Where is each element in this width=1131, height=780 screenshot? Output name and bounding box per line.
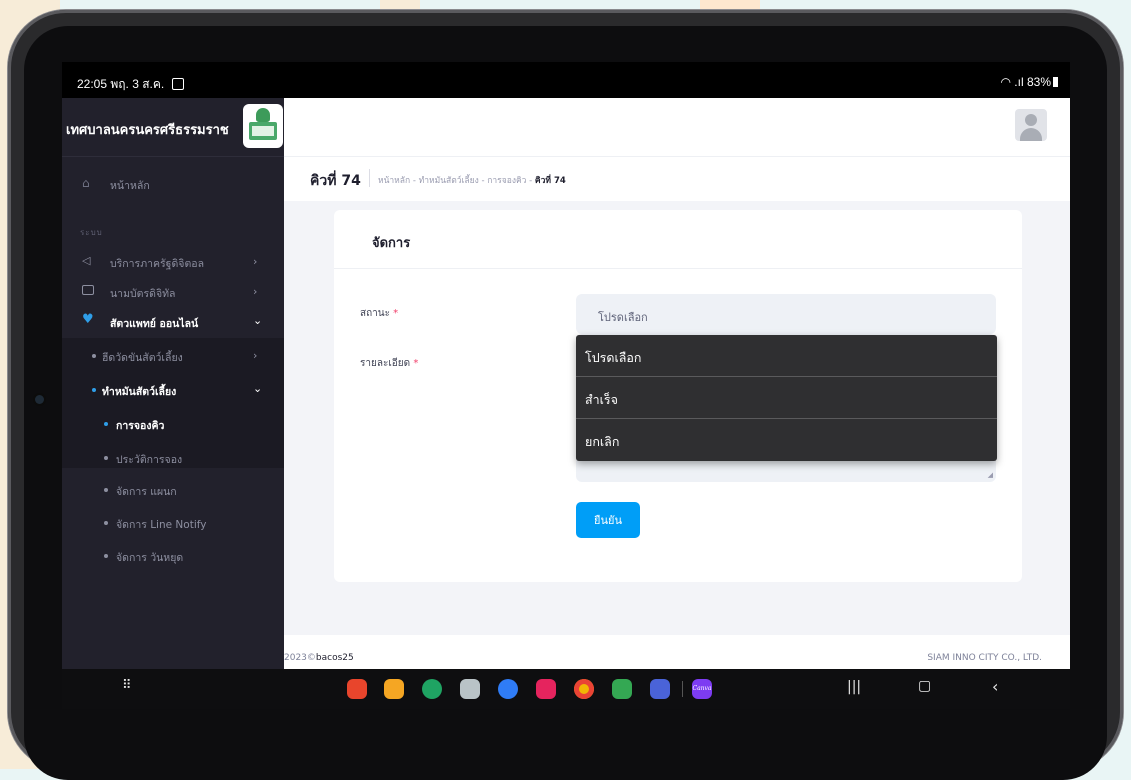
battery-percent: 83% xyxy=(1026,75,1051,89)
wifi-icon: ◠ xyxy=(1000,75,1011,89)
status-label: สถานะ * xyxy=(360,308,399,319)
footer-author-link[interactable]: bacos25 xyxy=(316,653,354,663)
camera-app-icon[interactable] xyxy=(536,679,556,699)
sidebar-item-label: การจองคิว xyxy=(116,420,165,432)
breadcrumb-home[interactable]: หน้าหลัก xyxy=(378,176,410,186)
page-title: คิวที่ 74 xyxy=(310,173,361,189)
bullet-icon xyxy=(104,456,108,460)
divider xyxy=(334,268,1022,269)
chevron-down-icon: ⌄ xyxy=(253,382,263,395)
app-drawer-icon[interactable]: ⠿ xyxy=(122,678,132,693)
bullet-icon xyxy=(92,354,96,358)
page-toolbar: คิวที่ 74 หน้าหลัก - ทำหมันสัตว์เลี้ยง -… xyxy=(284,156,1070,201)
gallery-icon xyxy=(171,78,184,90)
sidebar-item-label: ฮีดวัดขันสัตว์เลี้ยง xyxy=(102,352,183,364)
sidebar-item-line-notify[interactable]: จัดการ Line Notify xyxy=(62,513,284,533)
sidebar-item-label: จัดการ วันหยุด xyxy=(116,552,184,564)
status-date: พฤ. 3 ส.ค. xyxy=(110,77,165,91)
sidebar-item-vet-online[interactable]: ♥ สัตวแพทย์ ออนไลน์ ⌄ xyxy=(62,312,284,332)
divider xyxy=(369,169,370,187)
heart-pulse-icon: ♥ xyxy=(82,312,94,327)
municipality-logo[interactable] xyxy=(243,104,283,148)
dropdown-option-success[interactable]: สำเร็จ xyxy=(576,377,997,419)
sidebar-item-label: บริการภาครัฐดิจิตอล xyxy=(110,258,205,270)
home-button-icon[interactable]: ▢ xyxy=(918,678,931,694)
bullet-icon xyxy=(104,488,108,492)
sidebar-item-label: ทำหมันสัตว์เลี้ยง xyxy=(102,386,177,398)
chevron-right-icon: › xyxy=(253,349,258,362)
sidebar-item-booking-history[interactable]: ประวัติการจอง xyxy=(62,448,284,468)
bullet-icon xyxy=(104,521,108,525)
canva-app-icon[interactable]: Canva xyxy=(692,679,712,699)
chevron-down-icon: ⌄ xyxy=(253,314,263,327)
resize-handle-icon[interactable]: ◢ xyxy=(988,471,993,479)
status-bar: 22:05 พฤ. 3 ส.ค. ◠ .ıl 83% xyxy=(62,62,1070,98)
home-icon: ⌂ xyxy=(82,176,90,190)
settings-app-icon[interactable] xyxy=(650,679,670,699)
system-nav-bar: ⠿ Canva ||| ▢ ‹ xyxy=(62,669,1070,709)
divider xyxy=(682,681,683,697)
sidebar-item-holidays[interactable]: จัดการ วันหยุด xyxy=(62,546,284,566)
footer-year: 2023© xyxy=(284,653,316,663)
sidebar-item-sterilization[interactable]: ทำหมันสัตว์เลี้ยง ⌄ xyxy=(62,380,284,400)
play-store-app-icon[interactable] xyxy=(612,679,632,699)
folder-app-icon[interactable] xyxy=(384,679,404,699)
dropdown-option-please-select[interactable]: โปรดเลือก xyxy=(576,335,997,377)
status-select[interactable]: โปรดเลือก xyxy=(576,294,996,334)
sidebar-item-label: ประวัติการจอง xyxy=(116,454,183,466)
sidebar-item-digital-gov[interactable]: ◁ บริการภาครัฐดิจิตอล › xyxy=(62,252,284,272)
sidebar-item-manage-department[interactable]: จัดการ แผนก xyxy=(62,480,284,500)
battery-icon xyxy=(1053,77,1058,87)
breadcrumb-current: คิวที่ 74 xyxy=(534,176,566,186)
line-app-icon[interactable] xyxy=(460,679,480,699)
screen: 22:05 พฤ. 3 ส.ค. ◠ .ıl 83% เทศบาลนครนครศ… xyxy=(62,62,1070,709)
breadcrumb: หน้าหลัก - ทำหมันสัตว์เลี้ยง - การจองคิว… xyxy=(378,176,566,186)
footer: 2023©bacos25 SIAM INNO CITY CO., LTD. xyxy=(284,635,1070,669)
dropdown-option-cancel[interactable]: ยกเลิก xyxy=(576,419,997,460)
id-card-icon xyxy=(82,285,94,295)
confirm-button[interactable]: ยืนยัน xyxy=(576,502,640,538)
megaphone-icon: ◁ xyxy=(82,254,91,267)
bullet-icon xyxy=(104,422,108,426)
recents-icon[interactable]: ||| xyxy=(847,679,861,695)
brand-title[interactable]: เทศบาลนครนครศรีธรรมราช xyxy=(66,119,229,140)
breadcrumb-queue-booking[interactable]: การจองคิว xyxy=(487,176,526,186)
status-time: 22:05 xyxy=(77,77,108,91)
sidebar-item-home[interactable]: ⌂ หน้าหลัก xyxy=(62,174,284,194)
breadcrumb-sterilization[interactable]: ทำหมันสัตว์เลี้ยง xyxy=(419,176,479,186)
signal-icon: .ıl xyxy=(1014,75,1024,89)
status-dropdown-menu: โปรดเลือก สำเร็จ ยกเลิก xyxy=(576,335,997,461)
sidebar-item-label: จัดการ Line Notify xyxy=(116,519,207,531)
chevron-right-icon: › xyxy=(253,285,258,298)
back-icon[interactable]: ‹ xyxy=(992,677,998,696)
flipboard-app-icon[interactable] xyxy=(347,679,367,699)
avatar[interactable] xyxy=(1015,109,1047,141)
sidebar: เทศบาลนครนครศรีธรรมราช ⌂ หน้าหลัก ระบบ ◁… xyxy=(62,98,284,669)
sidebar-item-label: จัดการ แผนก xyxy=(116,486,177,498)
detail-label: รายละเอียด * xyxy=(360,358,419,369)
front-camera xyxy=(35,395,44,404)
top-header xyxy=(284,98,1070,156)
chrome-app-icon[interactable] xyxy=(574,679,594,699)
sidebar-item-vaccine[interactable]: ฮีดวัดขันสัตว์เลี้ยง › xyxy=(62,346,284,366)
sidebar-item-label: นามบัตรดิจิทัล xyxy=(110,288,176,300)
sidebar-item-label: สัตวแพทย์ ออนไลน์ xyxy=(110,318,199,330)
chevron-right-icon: › xyxy=(253,255,258,268)
nav-section-label: ระบบ xyxy=(80,228,103,237)
bullet-icon xyxy=(92,388,96,392)
messages-app-icon[interactable] xyxy=(498,679,518,699)
bullet-icon xyxy=(104,554,108,558)
card-title: จัดการ xyxy=(372,236,411,251)
footer-company[interactable]: SIAM INNO CITY CO., LTD. xyxy=(927,653,1042,663)
sidebar-item-queue-booking[interactable]: การจองคิว xyxy=(62,414,284,434)
phone-app-icon[interactable] xyxy=(422,679,442,699)
sidebar-item-digital-card[interactable]: นามบัตรดิจิทัล › xyxy=(62,282,284,302)
sidebar-item-label: หน้าหลัก xyxy=(110,180,150,192)
sidebar-brand: เทศบาลนครนครศรีธรรมราช xyxy=(62,98,284,157)
